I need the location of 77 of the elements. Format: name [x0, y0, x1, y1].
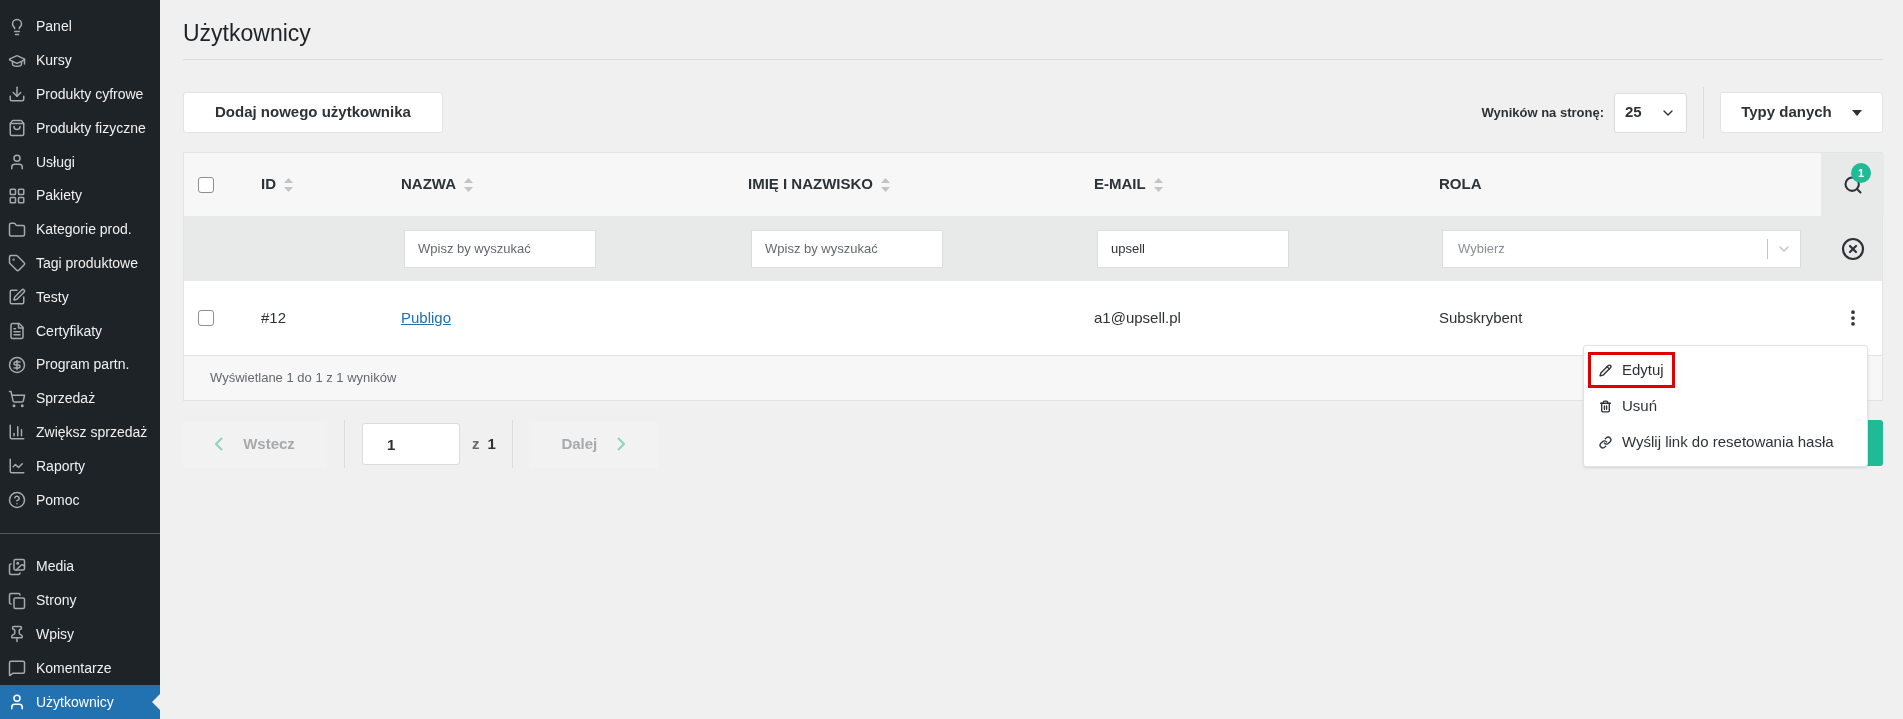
person-icon	[8, 693, 26, 712]
chevron-right-icon	[617, 437, 626, 451]
sidebar-item[interactable]: Komentarze	[0, 651, 160, 686]
sort-icon[interactable]	[284, 177, 293, 192]
person-icon	[8, 153, 26, 172]
checkbox[interactable]	[198, 176, 214, 193]
table-cell: Subskrybent	[1439, 308, 1523, 326]
table-cell: #12	[261, 308, 287, 326]
cart-icon	[8, 389, 26, 408]
comment-icon	[8, 659, 26, 678]
column-header[interactable]: NAZWA	[401, 173, 456, 196]
sidebar-item[interactable]: Sprzedaż	[0, 381, 160, 416]
link-icon	[1599, 435, 1612, 449]
sidebar-item[interactable]: Produkty cyfrowe	[0, 77, 160, 112]
per-page-select[interactable]: 25	[1614, 92, 1687, 133]
sidebar-item[interactable]: Certyfikaty	[0, 314, 160, 348]
sidebar-item[interactable]: Kategorie prod.	[0, 212, 160, 247]
sidebar-item[interactable]: Usługi	[0, 145, 160, 179]
data-types-button[interactable]: Typy danych	[1720, 92, 1883, 133]
sidebar-item[interactable]: Użytkownicy	[0, 685, 160, 719]
trash-icon	[1599, 399, 1612, 413]
filter-count-badge: 1	[1851, 163, 1871, 183]
total-pages: 1	[487, 433, 496, 454]
help-icon	[8, 491, 26, 510]
sidebar-item[interactable]: Program partn.	[0, 347, 160, 382]
results-summary: Wyświetlane 1 do 1 z 1 wyników	[210, 369, 397, 388]
menu-item[interactable]: Edytuj	[1588, 352, 1675, 388]
menu-item[interactable]: Usuń	[1588, 388, 1669, 424]
download-icon	[8, 85, 26, 104]
caret-icon	[1851, 109, 1862, 116]
page-number-field[interactable]: 1	[362, 423, 460, 465]
checkbox[interactable]	[198, 310, 214, 326]
dollar-icon	[8, 355, 26, 374]
menu-item[interactable]: Wyślij link do resetowania hasła	[1588, 424, 1845, 460]
sidebar-item[interactable]: Testy	[0, 280, 160, 315]
page-of-label: z	[472, 433, 480, 454]
sidebar-item[interactable]: Raporty	[0, 449, 160, 484]
sort-icon[interactable]	[464, 177, 473, 192]
sidebar-item[interactable]: Panel	[0, 10, 160, 44]
sidebar-item[interactable]: Pomoc	[0, 483, 160, 517]
sidebar-item[interactable]: Zwiększ sprzedaż	[0, 415, 160, 450]
sidebar-item[interactable]: Produkty fizyczne	[0, 111, 160, 146]
clear-filters-icon[interactable]	[1840, 236, 1865, 261]
sort-icon[interactable]	[881, 177, 890, 192]
chevron-left-icon	[215, 437, 224, 451]
column-header[interactable]: ID	[261, 173, 276, 196]
tag-icon	[8, 254, 26, 273]
per-page-label: Wyników na stronę:	[1481, 103, 1604, 122]
sidebar-item[interactable]: Strony	[0, 583, 160, 618]
column-header[interactable]: E-MAIL	[1094, 173, 1146, 196]
user-link[interactable]: Publigo	[401, 308, 452, 326]
column-header[interactable]: IMIĘ I NAZWISKO	[748, 173, 873, 196]
grid-icon	[8, 186, 26, 205]
filter-field[interactable]: upsell	[1097, 229, 1289, 268]
document-icon	[8, 322, 26, 341]
pencil-icon	[1599, 363, 1612, 377]
line-chart-icon	[8, 457, 26, 476]
add-user-button[interactable]: Dodaj nowego użytkownika	[183, 92, 443, 133]
sidebar-item[interactable]: Media	[0, 549, 160, 584]
pen-square-icon	[8, 288, 26, 307]
pin-icon	[8, 625, 26, 644]
folder-icon	[8, 220, 26, 239]
filter-field[interactable]: Wpisz by wyszukać	[404, 229, 596, 268]
table-cell: a1@upsell.pl	[1094, 308, 1181, 326]
sidebar-item[interactable]: Wpisy	[0, 617, 160, 652]
page-title: Użytkownicy	[183, 19, 311, 49]
filter-field[interactable]: Wpisz by wyszukać	[751, 229, 943, 268]
sidebar-item[interactable]: Pakiety	[0, 179, 160, 213]
pages-icon	[8, 591, 26, 610]
sidebar-item[interactable]: Kursy	[0, 43, 160, 78]
column-header: ROLA	[1439, 174, 1482, 195]
bar-chart-icon	[8, 423, 26, 442]
bag-icon	[8, 119, 26, 138]
current-pointer-icon	[152, 694, 160, 711]
images-icon	[8, 557, 26, 576]
sort-icon[interactable]	[1153, 177, 1163, 192]
sidebar-item[interactable]: Tagi produktowe	[0, 246, 160, 281]
